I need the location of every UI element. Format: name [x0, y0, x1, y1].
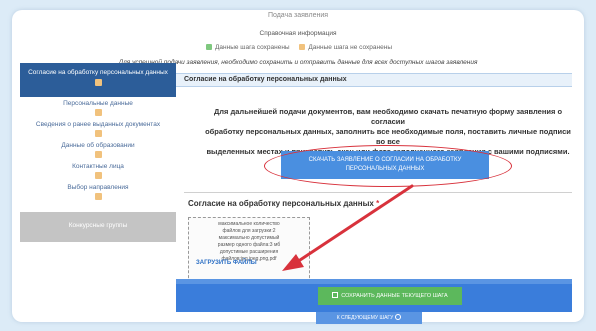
- sidebar-item-personal-data[interactable]: Персональные данные: [20, 97, 176, 118]
- sidebar-item-label: Персональные данные: [63, 100, 133, 107]
- sidebar-item-label: Выбор направления: [67, 184, 129, 191]
- page-title: Подача заявления: [267, 12, 329, 19]
- instruction-line: Для дальнейшей подачи документов, вам не…: [213, 107, 563, 126]
- sidebar-item-education[interactable]: Данные об образовании: [20, 139, 176, 160]
- not-saved-status-icon: [94, 172, 102, 179]
- reference-info-link[interactable]: Справочная информация: [12, 30, 584, 37]
- highlight-ellipse: [264, 145, 512, 187]
- file-upload-area[interactable]: максимальное количество файлов для загру…: [188, 217, 310, 283]
- upload-info-line: максимально допустимый: [218, 235, 280, 241]
- arrow-right-icon: [395, 314, 402, 320]
- save-step-button[interactable]: СОХРАНИТЬ ДАННЫЕ ТЕКУЩЕГО ШАГА: [318, 287, 462, 305]
- upload-info-line: максимальное количество: [218, 221, 280, 227]
- save-icon: [332, 292, 339, 298]
- sidebar-item-label: Согласие на обработку персональных данны…: [28, 69, 168, 76]
- not-saved-status-icon: [94, 151, 102, 158]
- upload-files-link[interactable]: ЗАГРУЗИТЬ ФАЙЛЫ: [196, 260, 257, 266]
- not-saved-status-icon: [94, 79, 102, 86]
- legend-not-saved-label: Данные шага не сохранены: [308, 44, 392, 51]
- sidebar-item-contacts[interactable]: Контактные лица: [20, 160, 176, 181]
- sidebar-item-label: Конкурсные группы: [68, 222, 128, 229]
- status-legend: Данные шага сохранены Данные шага не сох…: [12, 44, 584, 51]
- divider: [184, 192, 572, 193]
- sidebar-item-label: Данные об образовании: [61, 142, 135, 149]
- sidebar-item-label: Контактные лица: [72, 163, 124, 170]
- sidebar-item-competition-groups: Конкурсные группы: [20, 212, 176, 242]
- not-saved-status-icon: [94, 130, 102, 137]
- steps-sidebar: Согласие на обработку персональных данны…: [20, 63, 176, 242]
- sidebar-item-previous-documents[interactable]: Сведения о ранее выданных документах: [20, 118, 176, 139]
- instruction-line: обработку персональных данных, заполнить…: [205, 127, 571, 146]
- sidebar-item-label: Сведения о ранее выданных документах: [35, 121, 161, 128]
- upload-section-title: Согласие на обработку персональных данны…: [188, 199, 380, 208]
- next-step-button[interactable]: К СЛЕДУЮЩЕМУ ШАГУ: [316, 312, 422, 324]
- step-header: Согласие на обработку персональных данны…: [176, 73, 572, 87]
- not-saved-status-icon: [94, 193, 102, 200]
- sidebar-item-consent[interactable]: Согласие на обработку персональных данны…: [20, 63, 176, 97]
- required-mark: *: [376, 199, 380, 208]
- sidebar-item-direction[interactable]: Выбор направления: [20, 181, 176, 202]
- step-content: Согласие на обработку персональных данны…: [176, 63, 572, 312]
- upload-info-line: файлов для загрузки:2: [222, 228, 276, 234]
- not-saved-status-icon: [299, 44, 306, 50]
- upload-info-line: размер одного файла:3 мб: [217, 242, 281, 248]
- not-saved-status-icon: [94, 109, 102, 116]
- saved-status-icon: [206, 44, 212, 50]
- upload-info-line: допустимые расширения: [219, 249, 279, 255]
- legend-saved-label: Данные шага сохранены: [215, 44, 290, 51]
